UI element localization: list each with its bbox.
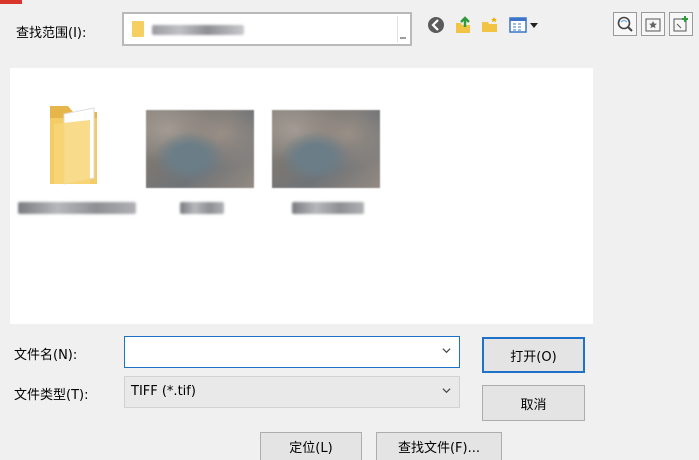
back-icon[interactable] — [425, 14, 447, 36]
look-in-combo[interactable] — [122, 12, 412, 46]
file-item-folder[interactable] — [10, 88, 136, 228]
up-folder-icon[interactable] — [452, 14, 474, 36]
new-folder-icon[interactable] — [479, 14, 501, 36]
folder-icon — [50, 106, 97, 185]
file-type-select[interactable]: TIFF (*.tif) — [124, 376, 460, 408]
file-item-caption-blurred — [18, 202, 136, 214]
image-thumbnail — [146, 110, 254, 188]
folder-icon — [132, 21, 144, 37]
look-in-dropdown-button[interactable] — [397, 16, 408, 42]
look-in-label: 查找范围(I): — [16, 26, 87, 41]
image-thumbnail — [272, 110, 380, 188]
file-name-label: 文件名(N): — [14, 348, 78, 363]
current-folder-name-blurred — [152, 25, 244, 35]
search-globe-icon[interactable] — [613, 12, 637, 36]
file-item-caption-blurred — [180, 202, 224, 214]
open-button[interactable]: 打开(O) — [482, 337, 585, 373]
find-file-button[interactable]: 查找文件(F)... — [376, 432, 502, 460]
file-item-image[interactable] — [138, 88, 263, 228]
chevron-down-icon[interactable] — [442, 346, 451, 355]
add-favorite-icon[interactable] — [641, 12, 665, 36]
file-item-image[interactable] — [264, 88, 389, 228]
locate-button[interactable]: 定位(L) — [260, 432, 362, 460]
window-icon-edge — [0, 0, 22, 4]
file-item-caption-blurred — [292, 202, 364, 214]
view-menu-icon[interactable] — [508, 14, 542, 36]
file-list[interactable] — [10, 68, 593, 324]
file-name-input[interactable] — [124, 336, 460, 368]
add-favorite-folder-icon[interactable] — [669, 12, 693, 36]
file-type-label: 文件类型(T): — [14, 388, 89, 403]
file-type-value: TIFF (*.tif) — [131, 384, 196, 399]
cancel-button[interactable]: 取消 — [482, 385, 585, 421]
chevron-down-icon[interactable] — [442, 386, 451, 395]
